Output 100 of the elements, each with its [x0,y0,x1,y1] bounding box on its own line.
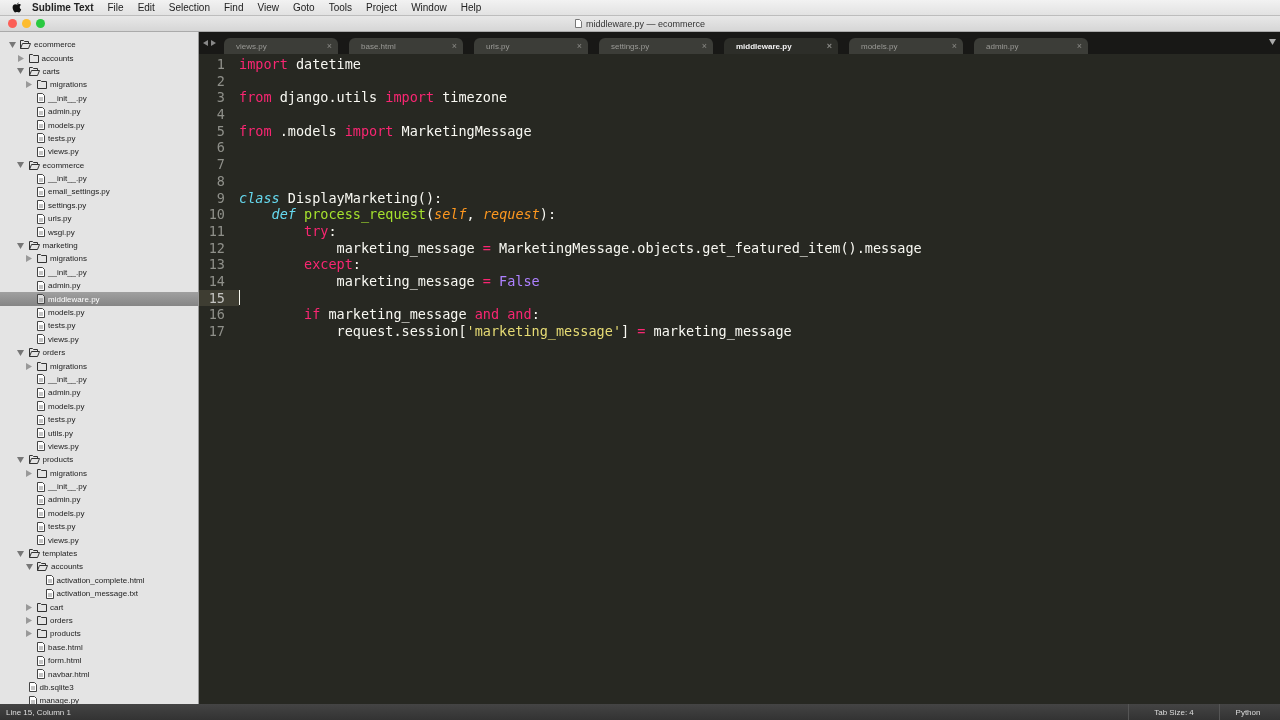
menu-item[interactable]: Help [453,2,489,13]
expanded-arrow-icon[interactable] [17,550,24,557]
tree-item[interactable]: models.py [0,399,198,413]
tree-item[interactable]: activation_message.txt [0,587,198,601]
tree-item[interactable]: wsgi.py [0,225,198,239]
tree-item[interactable]: __init__.py [0,91,198,105]
tree-item[interactable]: tests.py [0,131,198,146]
dropdown-arrow-icon[interactable] [1269,39,1276,45]
apple-logo-icon[interactable] [12,2,22,13]
tree-item[interactable]: models.py [0,118,198,132]
open-folder-icon [28,348,40,358]
tab[interactable]: views.py × [224,38,338,54]
tree-item[interactable]: migrations [0,359,198,373]
collapsed-arrow-icon[interactable] [26,617,32,624]
tree-item[interactable]: orders [0,346,198,360]
menu-item[interactable]: Project [359,2,405,13]
menu-item[interactable]: Selection [161,2,217,13]
tab-label: views.py [236,41,267,51]
tab[interactable]: urls.py × [474,38,588,54]
tree-item[interactable]: views.py [0,533,198,547]
forward-arrow-icon[interactable] [211,40,216,46]
tree-item[interactable]: navbar.html [0,667,198,681]
tree-item[interactable]: tests.py [0,520,198,534]
close-tab-button[interactable]: × [826,41,832,51]
tree-item[interactable]: __init__.py [0,479,198,494]
tree-item[interactable]: orders [0,613,198,628]
tree-item[interactable]: urls.py [0,212,198,226]
tree-item[interactable]: models.py [0,305,198,320]
collapsed-arrow-icon[interactable] [26,603,32,611]
tree-item[interactable]: views.py [0,145,198,159]
collapsed-arrow-icon[interactable] [26,469,32,477]
tree-item[interactable]: products [0,627,198,641]
back-arrow-icon[interactable] [203,40,208,46]
tree-item[interactable]: tests.py [0,412,198,427]
collapsed-arrow-icon[interactable] [26,255,32,263]
code-line: from .models import MarketingMessage [239,122,532,140]
expanded-arrow-icon[interactable] [17,242,24,249]
tree-item[interactable]: views.py [0,332,198,346]
tree-item[interactable]: accounts [0,560,198,574]
expanded-arrow-icon[interactable] [17,456,24,463]
tree-item[interactable]: admin.py [0,104,198,119]
tree-item[interactable]: migrations [0,252,198,266]
tree-item[interactable]: migrations [0,466,198,480]
expanded-arrow-icon[interactable] [8,41,16,48]
tab[interactable]: base.html × [349,38,463,54]
collapsed-arrow-icon[interactable] [26,362,32,370]
menu-item[interactable]: View [250,2,286,13]
folder-icon [28,53,39,63]
text-cursor [239,290,240,306]
collapsed-arrow-icon[interactable] [17,54,24,62]
tree-item[interactable]: __init__.py [0,265,198,280]
tree-item[interactable]: base.html [0,640,198,654]
menu-item[interactable]: Window [404,2,454,13]
tree-item[interactable]: activation_complete.html [0,573,198,587]
expanded-arrow-icon[interactable] [17,68,24,75]
tree-item[interactable]: carts [0,64,198,79]
tree-item[interactable]: email_settings.py [0,185,198,199]
code-line: from django.utils import timezone [239,89,508,107]
tree-item[interactable]: models.py [0,506,198,521]
syntax-selector[interactable]: Python [1219,704,1280,720]
tab[interactable]: admin.py × [974,38,1088,54]
menu-item[interactable]: Tools [321,2,359,13]
tree-item[interactable]: settings.py [0,198,198,213]
tree-item[interactable]: admin.py [0,279,198,293]
line-number: 7 [215,156,226,173]
expanded-arrow-icon[interactable] [17,162,24,169]
tree-item[interactable]: templates [0,546,198,561]
tree-item[interactable]: form.html [0,653,198,668]
tab-size-selector[interactable]: Tab Size: 4 [1128,704,1219,720]
tab[interactable]: models.py × [849,38,963,54]
tree-item[interactable]: __init__.py [0,372,198,387]
code-line: if marketing_message and and: [303,306,540,323]
menu-item[interactable]: Goto [285,2,322,13]
menu-item[interactable]: Edit [130,2,162,13]
tree-item[interactable]: admin.py [0,493,198,507]
tree-item[interactable]: admin.py [0,386,198,400]
menu-item[interactable]: Find [217,2,251,13]
line-number: 10 [207,206,226,223]
line-number: 6 [215,139,226,157]
expanded-arrow-icon[interactable] [17,349,24,356]
tree-item[interactable]: __init__.py [0,171,198,186]
tab[interactable]: middleware.py × [724,38,838,54]
tree-item[interactable]: products [0,453,198,467]
tree-item[interactable]: utils.py [0,426,198,440]
menu-item[interactable]: File [100,2,131,13]
app-name-menu[interactable]: Sublime Text [22,2,101,13]
collapsed-arrow-icon[interactable] [26,630,32,638]
tree-item[interactable]: views.py [0,439,198,454]
tab[interactable]: settings.py × [599,38,713,54]
tree-item[interactable]: ecommerce [0,158,198,172]
tree-item[interactable]: marketing [0,238,198,253]
tree-item[interactable]: accounts [0,51,198,65]
tree-item[interactable]: cart [0,600,198,614]
tree-item[interactable]: db.sqlite3 [0,680,198,695]
tree-item[interactable]: tests.py [0,319,198,333]
collapsed-arrow-icon[interactable] [26,81,32,89]
tree-item[interactable]: migrations [0,78,198,92]
tree-item[interactable]: ecommerce [0,38,198,52]
close-button[interactable] [8,19,17,28]
expanded-arrow-icon[interactable] [25,563,33,570]
